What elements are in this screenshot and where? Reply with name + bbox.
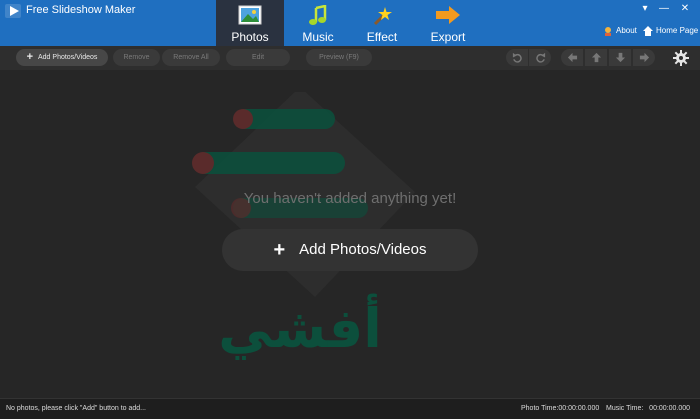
music-time: Music Time: 00:00:00.000 xyxy=(606,405,691,412)
app-title: Free Slideshow Maker xyxy=(26,4,136,16)
dropdown-menu-button[interactable]: ▾ xyxy=(638,3,652,15)
tab-effect[interactable]: Effect xyxy=(348,0,416,46)
status-bar: No photos, please click "Add" button to … xyxy=(0,398,700,419)
plus-icon: + xyxy=(273,239,286,261)
empty-state-message: You haven't added anything yet! xyxy=(243,190,457,207)
app-logo-icon xyxy=(5,4,21,18)
music-note-icon xyxy=(309,5,327,25)
edit-button[interactable]: Edit xyxy=(226,49,290,66)
plus-icon: + xyxy=(26,51,33,63)
arrow-right-icon xyxy=(639,52,649,63)
home-icon xyxy=(643,26,653,36)
close-button[interactable]: ✕ xyxy=(678,3,692,15)
home-page-link[interactable]: Home Page xyxy=(656,26,698,35)
tab-effect-label: Effect xyxy=(366,30,398,44)
toolbar: + Add Photos/Videos Remove Remove All Edi… xyxy=(0,46,700,71)
tab-export-label: Export xyxy=(430,30,466,44)
move-right-button[interactable] xyxy=(633,49,655,66)
add-photos-videos-button[interactable]: + Add Photos/Videos xyxy=(16,49,108,66)
tab-photos[interactable]: Photos xyxy=(216,0,284,46)
remove-button[interactable]: Remove xyxy=(113,49,160,66)
arrow-left-icon xyxy=(567,52,577,63)
preview-button[interactable]: Preview (F9) xyxy=(306,49,372,66)
photo-icon xyxy=(238,5,262,25)
add-photos-videos-large-button[interactable]: + Add Photos/Videos xyxy=(222,229,478,271)
arrow-right-icon xyxy=(436,6,460,24)
add-button-label: Add Photos/Videos xyxy=(38,54,98,61)
tab-export[interactable]: Export xyxy=(414,0,482,46)
tab-music[interactable]: Music xyxy=(284,0,352,46)
photo-time: Photo Time:00:00:00.000 xyxy=(521,405,600,412)
move-up-button[interactable] xyxy=(585,49,607,66)
minimize-button[interactable]: — xyxy=(657,3,671,15)
media-workspace: أفشي You haven't added anything yet! + Ad… xyxy=(0,70,700,398)
large-add-button-label: Add Photos/Videos xyxy=(299,241,427,258)
arrow-up-icon xyxy=(591,52,601,63)
move-left-button[interactable] xyxy=(561,49,583,66)
move-down-button[interactable] xyxy=(609,49,631,66)
magic-wand-icon xyxy=(373,7,392,26)
about-icon xyxy=(605,27,611,36)
gear-icon[interactable] xyxy=(673,50,689,66)
tab-photos-label: Photos xyxy=(231,30,269,44)
tab-music-label: Music xyxy=(302,30,334,44)
rotate-left-button[interactable] xyxy=(506,49,528,66)
remove-all-button[interactable]: Remove All xyxy=(162,49,220,66)
top-navigation-bar: Free Slideshow Maker Photos Music Effect… xyxy=(0,0,700,46)
rotate-left-icon xyxy=(512,52,522,63)
arrow-down-icon xyxy=(615,52,625,63)
about-link[interactable]: About xyxy=(616,26,637,35)
rotate-right-button[interactable] xyxy=(529,49,551,66)
rotate-right-icon xyxy=(535,52,545,63)
status-message: No photos, please click "Add" button to … xyxy=(6,405,146,412)
svg-text:أفشي: أفشي xyxy=(218,293,381,360)
